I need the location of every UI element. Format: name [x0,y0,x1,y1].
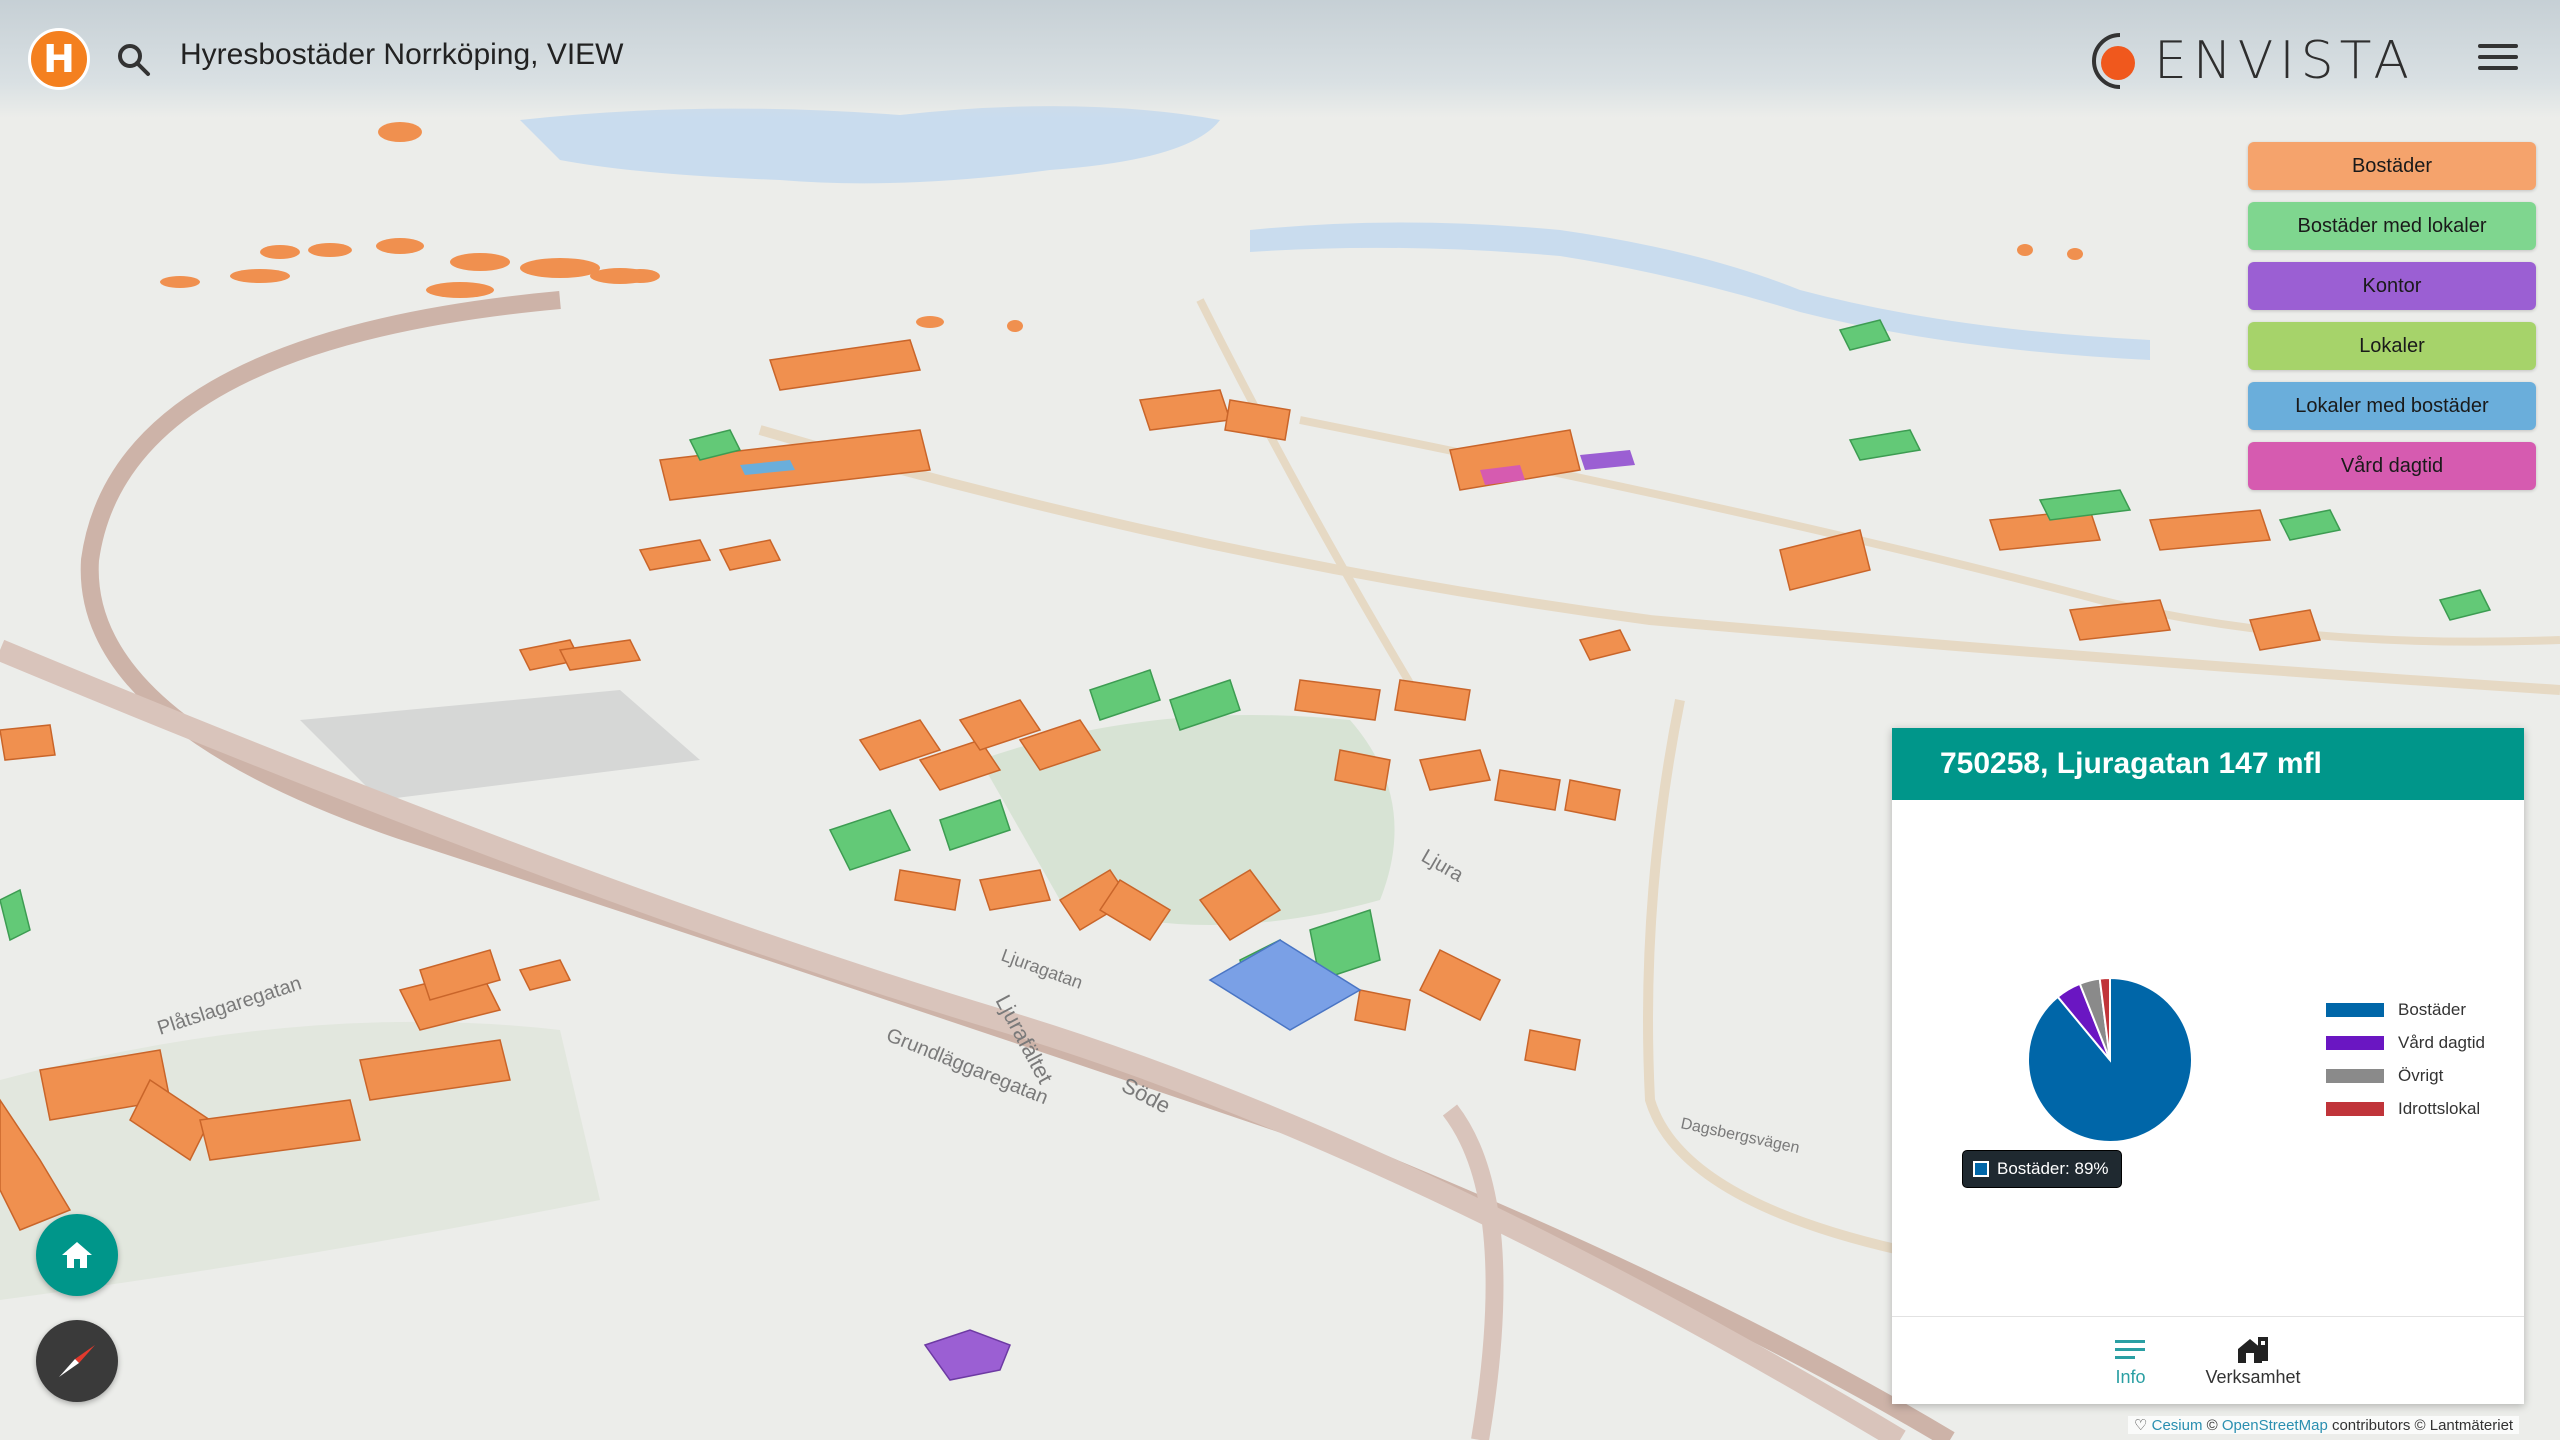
pie-legend-label: Idrottslokal [2398,1099,2481,1118]
pie-legend-item[interactable]: Övrigt [2326,1066,2443,1086]
pie-tooltip: Bostäder: 89% [1962,1150,2122,1188]
logo-letter: H [43,37,75,81]
brand-name: ENVISTA [2154,31,2415,91]
map-attribution: ♡ Cesium © OpenStreetMap contributors © … [2128,1416,2520,1434]
pie-legend-item[interactable]: Bostäder [2326,1000,2466,1020]
app-title: Hyresbostäder Norrköping, VIEW [180,38,624,71]
pie-legend-swatch [2326,1036,2384,1050]
pie-legend-swatch [2326,1003,2384,1017]
menu-icon [2478,44,2518,48]
info-panel: 750258, Ljuragatan 147 mfl Bostäder Vård … [1892,728,2524,1404]
home-icon [62,1242,92,1268]
legend-item-vard-dagtid[interactable]: Vård dagtid [2248,442,2536,490]
tab-info[interactable]: Info [2115,1333,2145,1388]
cesium-link[interactable]: Cesium [2152,1417,2203,1434]
compass-icon [59,1345,95,1377]
tooltip-text: Bostäder: 89% [1997,1159,2109,1178]
legend-item-lokaler-med-bostader[interactable]: Lokaler med bostäder [2248,382,2536,430]
menu-button[interactable] [2478,44,2518,76]
compass-button[interactable] [36,1320,118,1402]
osm-link[interactable]: OpenStreetMap [2222,1417,2328,1434]
legend-item-kontor[interactable]: Kontor [2248,262,2536,310]
hyresbostader-logo[interactable]: H [28,28,90,90]
tab-verksamhet-label: Verksamhet [2205,1367,2301,1387]
panel-body: Bostäder Vård dagtid Övrigt Idrottslokal Bo… [1892,800,2524,1316]
legend-item-bostader-med-lokaler[interactable]: Bostäder med lokaler [2248,202,2536,250]
pie-legend-swatch [2326,1102,2384,1116]
pie-legend-label: Bostäder [2398,1000,2467,1019]
tab-verksamhet[interactable]: Verksamhet [2205,1333,2301,1388]
panel-title: 750258, Ljuragatan 147 mfl [1892,728,2524,800]
pie-legend-swatch [2326,1069,2384,1083]
home-view-button[interactable] [36,1214,118,1296]
envista-logo: ENVISTA [2090,28,2415,94]
list-icon [2115,1333,2146,1367]
pie-legend-label: Vård dagtid [2398,1033,2485,1052]
heart-icon: ♡ [2134,1417,2148,1434]
search-icon [118,44,150,76]
copyright-symbol: © [2206,1417,2218,1434]
attribution-rest: contributors © Lantmäteriet [2331,1417,2514,1434]
legend-item-bostader[interactable]: Bostäder [2248,142,2536,190]
search-button[interactable] [112,38,156,82]
category-legend: Bostäder Bostäder med lokaler Kontor Lok… [2248,142,2536,502]
pie-legend-item[interactable]: Idrottslokal [2326,1099,2480,1119]
pie-legend-label: Övrigt [2398,1066,2444,1085]
top-bar: H Hyresbostäder Norrköping, VIEW ENVISTA [0,0,2560,118]
tab-info-label: Info [2115,1367,2146,1387]
panel-tabs: Info Verksamhet [1892,1316,2524,1404]
legend-item-lokaler[interactable]: Lokaler [2248,322,2536,370]
tooltip-swatch [1973,1161,1989,1177]
home-business-icon [2236,1333,2270,1367]
envista-mark-icon [2090,31,2142,91]
pie-legend-item[interactable]: Vård dagtid [2326,1033,2485,1053]
usage-pie-chart[interactable] [1892,800,2524,1316]
